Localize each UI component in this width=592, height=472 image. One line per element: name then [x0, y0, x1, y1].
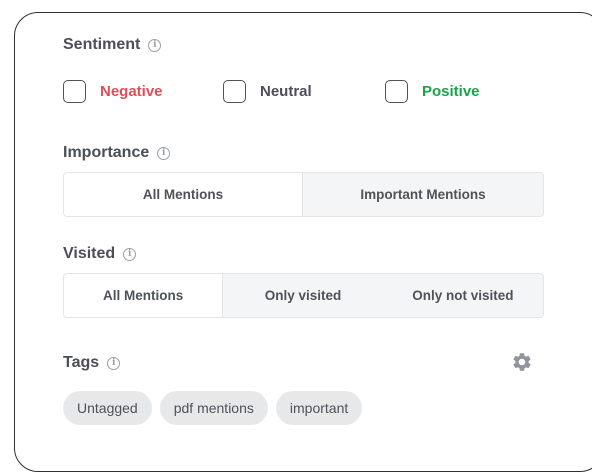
info-icon[interactable]: i — [107, 356, 121, 370]
visited-segmented-control: All Mentions Only visited Only not visit… — [63, 273, 544, 318]
negative-checkbox[interactable] — [63, 80, 86, 103]
tags-list: Untagged pdf mentions important — [63, 391, 363, 425]
neutral-checkbox[interactable] — [223, 80, 246, 103]
visited-option-only-visited[interactable]: Only visited — [223, 274, 382, 317]
sentiment-option-negative[interactable]: Negative — [63, 80, 163, 103]
sentiment-title-label: Sentiment — [63, 36, 141, 53]
sentiment-option-positive[interactable]: Positive — [385, 80, 480, 103]
positive-label: Positive — [422, 83, 480, 100]
visited-title-label: Visited — [63, 245, 116, 262]
tag-important[interactable]: important — [275, 391, 363, 425]
visited-title: Visited i — [63, 245, 137, 263]
info-icon[interactable]: i — [157, 146, 171, 160]
negative-label: Negative — [100, 83, 163, 100]
importance-option-all-mentions[interactable]: All Mentions — [64, 173, 303, 216]
tag-untagged[interactable]: Untagged — [63, 391, 152, 425]
positive-checkbox[interactable] — [385, 80, 408, 103]
gear-icon[interactable] — [511, 351, 533, 373]
importance-title: Importance i — [63, 144, 171, 162]
importance-segmented-control: All Mentions Important Mentions — [63, 172, 544, 217]
sentiment-options: Negative Neutral Positive — [63, 80, 543, 106]
info-icon[interactable]: i — [148, 38, 162, 52]
tags-title: Tags i — [63, 354, 121, 372]
visited-option-only-not-visited[interactable]: Only not visited — [383, 274, 543, 317]
importance-option-important-mentions[interactable]: Important Mentions — [303, 173, 543, 216]
importance-title-label: Importance — [63, 144, 150, 161]
visited-option-all-mentions[interactable]: All Mentions — [64, 274, 224, 317]
filter-panel: Sentiment i Negative Neutral Positive Im… — [14, 12, 592, 472]
sentiment-option-neutral[interactable]: Neutral — [223, 80, 312, 103]
neutral-label: Neutral — [260, 83, 312, 100]
sentiment-title: Sentiment i — [63, 36, 162, 54]
tags-title-label: Tags — [63, 354, 100, 371]
info-icon[interactable]: i — [123, 247, 137, 261]
tag-pdf-mentions[interactable]: pdf mentions — [159, 391, 268, 425]
